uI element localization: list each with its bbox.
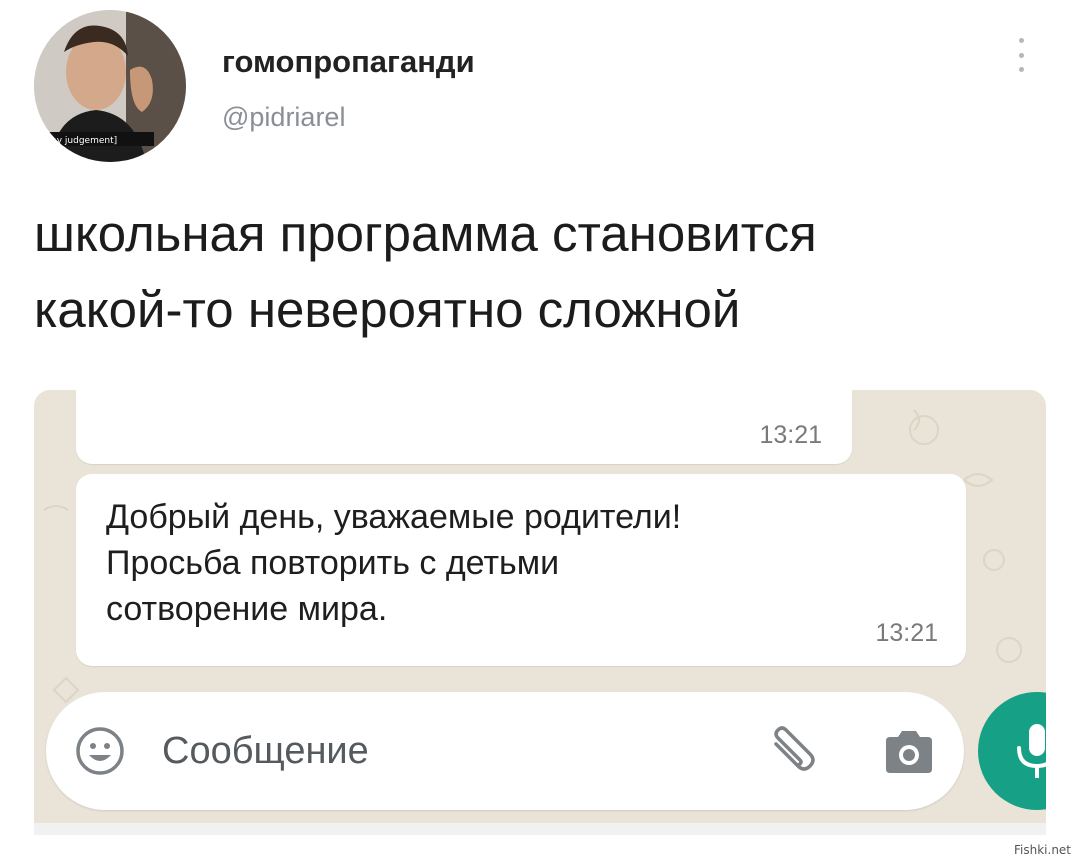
message-text: Добрый день, уважаемые родители! Просьба…	[106, 494, 906, 632]
tweet-text-line: какой-то невероятно сложной	[34, 281, 741, 338]
message-time: 13:21	[875, 619, 938, 647]
chat-bottom-strip	[34, 823, 1046, 835]
author-handle[interactable]: @pidriarel	[222, 102, 345, 133]
message-time: 13:21	[759, 421, 822, 449]
author-name[interactable]: гомопропаганди	[222, 44, 475, 80]
tweet-text-line: школьная программа становится	[34, 205, 817, 262]
more-options-icon[interactable]	[1008, 30, 1034, 80]
tweet-text: школьная программа становится какой-то н…	[34, 196, 1054, 348]
author-avatar[interactable]: [gay judgement]	[34, 10, 186, 162]
message-bubble[interactable]: Добрый день, уважаемые родители! Просьба…	[76, 474, 966, 666]
message-line: сотворение мира.	[106, 590, 388, 628]
message-input-bar[interactable]	[46, 692, 964, 810]
paperclip-icon[interactable]	[764, 724, 820, 780]
camera-icon[interactable]	[882, 729, 936, 775]
message-line: Добрый день, уважаемые родители!	[106, 498, 682, 536]
smiley-icon[interactable]	[74, 725, 126, 777]
message-input[interactable]	[162, 730, 722, 773]
chat-screenshot: 13:21 Добрый день, уважаемые родители! П…	[34, 390, 1046, 835]
previous-message-bubble[interactable]: 13:21	[76, 390, 852, 464]
watermark: Fishki.net	[1014, 843, 1072, 857]
microphone-icon	[1017, 724, 1046, 778]
avatar-caption: [gay judgement]	[42, 136, 117, 146]
message-line: Просьба повторить с детьми	[106, 544, 560, 582]
